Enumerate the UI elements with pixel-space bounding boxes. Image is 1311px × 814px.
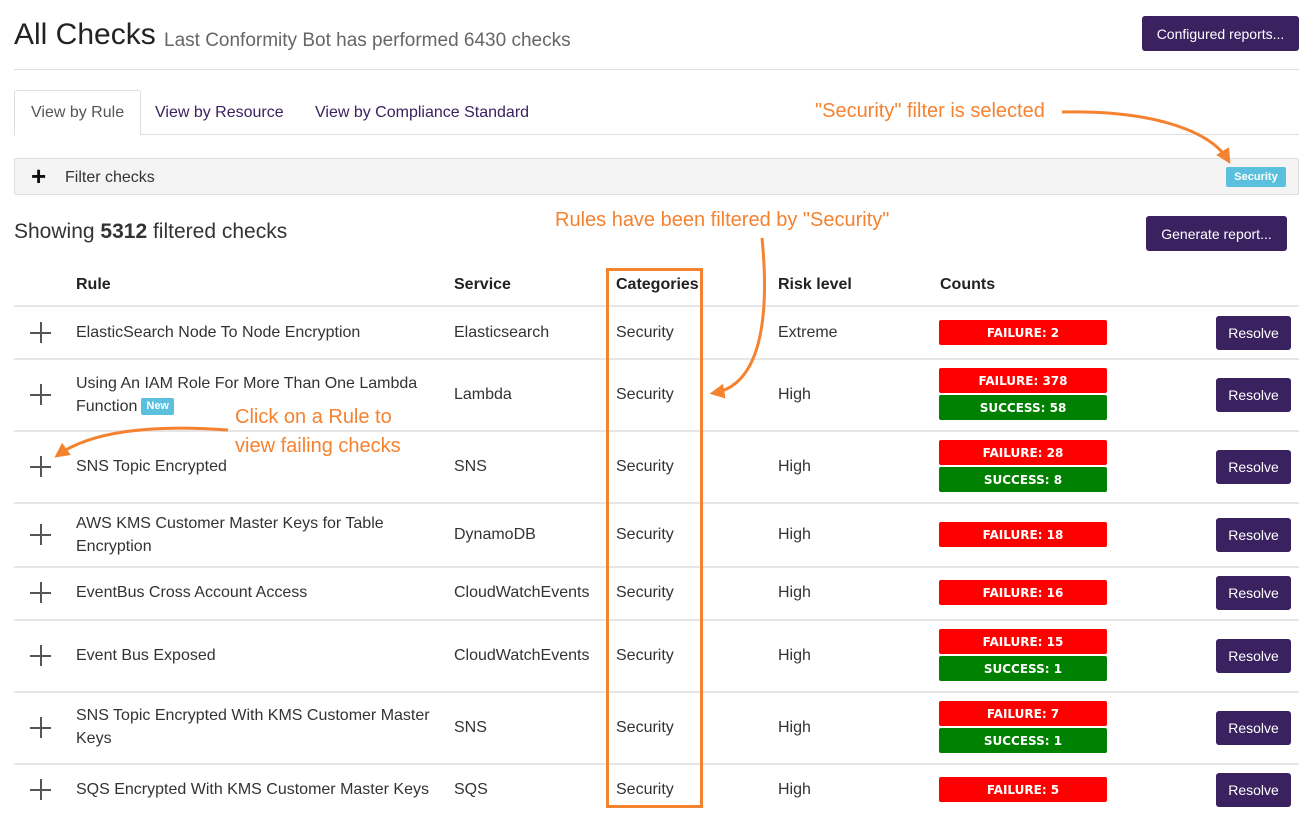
column-header-risk-level[interactable]: Risk level [778,276,852,294]
expand-row-icon[interactable] [30,779,51,800]
page-title: All Checks [14,18,156,51]
risk-level-cell: High [778,526,811,543]
risk-level-cell: Extreme [778,324,838,341]
expand-row-icon[interactable] [30,717,51,738]
annotation-filter-selected: "Security" filter is selected [815,100,1045,122]
failure-count-badge[interactable]: FAILURE: 16 [939,580,1107,605]
expand-row-icon[interactable] [30,524,51,545]
column-header-counts[interactable]: Counts [940,276,995,294]
rule-name[interactable]: SNS Topic Encrypted With KMS Customer Ma… [76,704,441,750]
risk-level-cell: High [778,719,811,736]
filtered-count: 5312 [100,220,148,243]
rule-name[interactable]: Event Bus Exposed [76,644,441,667]
service-cell: CloudWatchEvents [454,647,590,664]
expand-filter-icon[interactable]: + [31,162,46,190]
service-cell: SNS [454,458,487,475]
failure-count-badge[interactable]: FAILURE: 5 [939,777,1107,802]
failure-count-badge[interactable]: FAILURE: 28 [939,440,1107,465]
tab-view-by-resource[interactable]: View by Resource [139,90,300,135]
expand-row-icon[interactable] [30,645,51,666]
arrow-to-expand-rule [54,426,229,458]
tab-view-by-compliance-standard[interactable]: View by Compliance Standard [299,90,545,135]
rule-name[interactable]: AWS KMS Customer Master Keys for Table E… [76,512,406,558]
success-count-badge[interactable]: SUCCESS: 8 [939,467,1107,492]
column-header-rule[interactable]: Rule [76,276,111,294]
resolve-button[interactable]: Resolve [1216,773,1291,807]
rule-name[interactable]: ElasticSearch Node To Node Encryption [76,321,441,344]
configured-reports-button[interactable]: Configured reports... [1142,16,1299,51]
resolve-button[interactable]: Resolve [1216,378,1291,412]
risk-level-cell: High [778,584,811,601]
failure-count-badge[interactable]: FAILURE: 378 [939,368,1107,393]
categories-highlight-box [606,268,703,808]
success-count-badge[interactable]: SUCCESS: 1 [939,656,1107,681]
filtered-count-text: Showing 5312 filtered checks [14,220,288,243]
failure-count-badge[interactable]: FAILURE: 15 [939,629,1107,654]
resolve-button[interactable]: Resolve [1216,639,1291,673]
resolve-button[interactable]: Resolve [1216,518,1291,552]
arrow-to-categories-column [709,237,766,399]
new-badge: New [141,398,174,416]
tab-view-by-rule[interactable]: View by Rule [14,90,142,136]
security-filter-tag[interactable]: Security [1226,167,1286,187]
annotation-click-rule-line2: view failing checks [235,435,401,457]
column-header-service[interactable]: Service [454,276,511,294]
filter-checks-label[interactable]: Filter checks [65,169,155,187]
risk-level-cell: High [778,647,811,664]
failure-count-badge[interactable]: FAILURE: 18 [939,522,1107,547]
risk-level-cell: High [778,458,811,475]
service-cell: SQS [454,781,488,798]
resolve-button[interactable]: Resolve [1216,576,1291,610]
expand-row-icon[interactable] [30,322,51,343]
generate-report-button[interactable]: Generate report... [1146,216,1287,251]
view-tabs: View by Rule View by Resource View by Co… [14,90,1299,136]
failure-count-badge[interactable]: FAILURE: 2 [939,320,1107,345]
checks-summary-subtitle: Last Conformity Bot has performed 6430 c… [164,30,571,51]
success-count-badge[interactable]: SUCCESS: 1 [939,728,1107,753]
resolve-button[interactable]: Resolve [1216,450,1291,484]
annotation-click-rule-line1: Click on a Rule to [235,406,392,428]
rule-name[interactable]: EventBus Cross Account Access [76,581,441,604]
service-cell: Lambda [454,386,512,403]
risk-level-cell: High [778,386,811,403]
service-cell: SNS [454,719,487,736]
filter-checks-bar[interactable]: + Filter checks [14,158,1299,195]
service-cell: CloudWatchEvents [454,584,590,601]
risk-level-cell: High [778,781,811,798]
resolve-button[interactable]: Resolve [1216,711,1291,745]
rule-name[interactable]: SQS Encrypted With KMS Customer Master K… [76,778,441,801]
service-cell: DynamoDB [454,526,536,543]
resolve-button[interactable]: Resolve [1216,316,1291,350]
expand-row-icon[interactable] [30,456,51,477]
failure-count-badge[interactable]: FAILURE: 7 [939,701,1107,726]
expand-row-icon[interactable] [30,384,51,405]
service-cell: Elasticsearch [454,324,550,341]
annotation-rules-filtered: Rules have been filtered by "Security" [555,209,890,231]
success-count-badge[interactable]: SUCCESS: 58 [939,395,1107,420]
expand-row-icon[interactable] [30,582,51,603]
header-divider [14,69,1299,70]
